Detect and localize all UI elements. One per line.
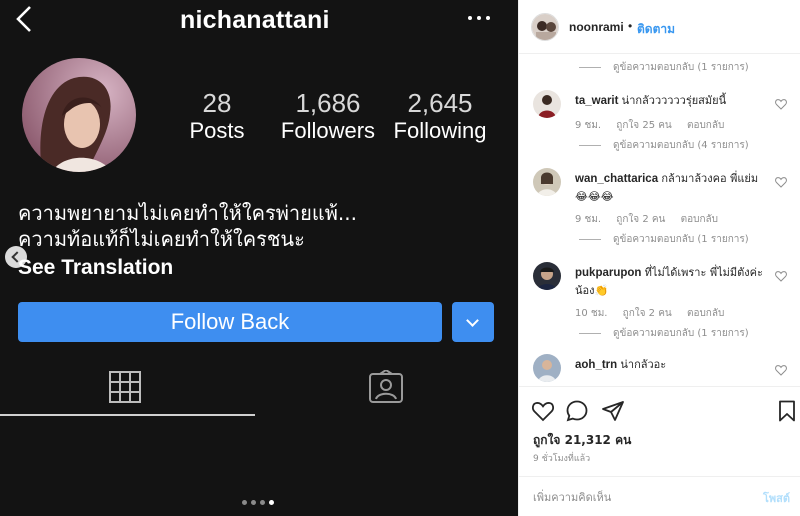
owner-username[interactable]: noonrami bbox=[569, 20, 624, 34]
more-icon[interactable] bbox=[466, 8, 492, 28]
tagged-icon[interactable] bbox=[368, 370, 404, 404]
carousel-dot bbox=[251, 500, 256, 505]
post-comment-button[interactable]: โพสต์ bbox=[763, 489, 790, 507]
comment-body: น่ากลัววววววรุ่ยสมัยนี้ bbox=[621, 94, 727, 107]
profile-bio: ความพยายามไม่เคยทำให้ใครพ่ายแพ้... ความท… bbox=[18, 200, 488, 252]
stat-posts-value: 28 bbox=[202, 88, 232, 118]
carousel-prev-icon[interactable] bbox=[5, 246, 27, 268]
carousel-dot bbox=[242, 500, 247, 505]
bio-line-2: ความท้อแท้ก็ไม่เคยทำให้ใครชนะ bbox=[18, 227, 305, 251]
header-separator: • bbox=[628, 19, 633, 33]
comment-meta: 10 ชม. ถูกใจ 2 คน ตอบกลับ bbox=[575, 306, 736, 321]
active-tab-indicator bbox=[0, 414, 255, 416]
stat-following[interactable]: 2,645 Following bbox=[388, 88, 492, 144]
commenter-avatar-photo bbox=[533, 90, 561, 118]
bio-line-1: ความพยายามไม่เคยทำให้ใครพ่ายแพ้... bbox=[18, 201, 357, 225]
view-replies-link[interactable]: ดูข้อความตอบกลับ (1 รายการ) bbox=[579, 60, 749, 75]
owner-avatar-photo bbox=[532, 14, 558, 40]
carousel-dot-active bbox=[269, 500, 274, 505]
comment-meta: 9 ชม. ถูกใจ 25 คน ตอบกลับ bbox=[575, 118, 736, 133]
chevron-left-icon[interactable] bbox=[12, 4, 38, 34]
comment-input[interactable] bbox=[533, 487, 733, 507]
commenter-avatar-photo bbox=[533, 354, 561, 382]
stat-following-label: Following bbox=[393, 118, 487, 143]
view-replies-link[interactable]: ดูข้อความตอบกลับ (4 รายการ) bbox=[579, 138, 749, 153]
post-timestamp[interactable]: 9 ชั่วโมงที่แล้ว bbox=[533, 451, 590, 465]
comment-body: น่ากลัวอะ bbox=[620, 358, 667, 371]
follow-back-button[interactable]: Follow Back bbox=[18, 302, 442, 342]
heart-icon[interactable] bbox=[775, 364, 787, 376]
comment-likes[interactable]: ถูกใจ 25 คน bbox=[616, 120, 671, 131]
suggestions-dropdown-button[interactable] bbox=[452, 302, 494, 342]
stat-followers-value: 1,686 bbox=[295, 88, 361, 118]
view-replies-link[interactable]: ดูข้อความตอบกลับ (1 รายการ) bbox=[579, 326, 749, 341]
comment-likes[interactable]: ถูกใจ 2 คน bbox=[616, 214, 665, 225]
comment-username[interactable]: aoh_trn bbox=[575, 359, 617, 371]
owner-avatar[interactable] bbox=[531, 13, 559, 41]
reply-button[interactable]: ตอบกลับ bbox=[681, 214, 718, 225]
reply-button[interactable]: ตอบกลับ bbox=[687, 308, 724, 319]
stat-followers-label: Followers bbox=[280, 118, 376, 143]
comment-username[interactable]: wan_chattarica bbox=[575, 173, 658, 185]
add-comment-bar: โพสต์ bbox=[519, 476, 800, 516]
carousel-dot bbox=[260, 500, 265, 505]
commenter-avatar[interactable] bbox=[533, 262, 561, 290]
comment-meta: 9 ชม. ถูกใจ 2 คน ตอบกลับ bbox=[575, 212, 730, 227]
view-replies-link[interactable]: ดูข้อความตอบกลับ (1 รายการ) bbox=[579, 232, 749, 247]
commenter-avatar-photo bbox=[533, 168, 561, 196]
comment-text: ta_warit น่ากลัววววววรุ่ยสมัยนี้ bbox=[575, 92, 765, 110]
profile-avatar[interactable] bbox=[22, 58, 136, 172]
commenter-avatar[interactable] bbox=[533, 168, 561, 196]
commenter-avatar-photo bbox=[533, 262, 561, 290]
comment-username[interactable]: pukparupon bbox=[575, 267, 641, 279]
comment-time: 9 ชม. bbox=[575, 120, 602, 131]
comment-text: aoh_trn น่ากลัวอะ bbox=[575, 356, 765, 374]
heart-icon[interactable] bbox=[531, 399, 555, 423]
commenter-avatar[interactable] bbox=[533, 354, 561, 382]
stat-followers[interactable]: 1,686 Followers bbox=[278, 88, 378, 144]
carousel-dots bbox=[242, 500, 282, 506]
stat-posts[interactable]: 28 Posts bbox=[186, 88, 248, 144]
comment-username[interactable]: ta_warit bbox=[575, 95, 618, 107]
see-translation-link[interactable]: See Translation bbox=[18, 256, 173, 280]
comment-text: wan_chattarica กล้ามาล้วงคอ พี่แย่ม 😂😂😂 bbox=[575, 170, 765, 206]
post-header: noonrami • ติดตาม bbox=[519, 0, 800, 54]
commenter-avatar[interactable] bbox=[533, 90, 561, 118]
stat-following-value: 2,645 bbox=[407, 88, 473, 118]
heart-icon[interactable] bbox=[775, 98, 787, 110]
reply-button[interactable]: ตอบกลับ bbox=[687, 120, 724, 131]
profile-username: nichanattani bbox=[180, 6, 330, 34]
grid-icon[interactable] bbox=[108, 370, 142, 404]
share-icon[interactable] bbox=[601, 399, 625, 423]
likes-count[interactable]: ถูกใจ 21,312 คน bbox=[533, 431, 631, 450]
comments-panel: noonrami • ติดตาม ดูข้อความตอบกลับ (1 รา… bbox=[518, 0, 800, 516]
post-actions: ถูกใจ 21,312 คน 9 ชั่วโมงที่แล้ว bbox=[519, 386, 800, 486]
post-media[interactable]: nichanattani 28 Posts 1,686 Followers 2,… bbox=[0, 0, 518, 516]
avatar-photo bbox=[22, 58, 136, 172]
comment-likes[interactable]: ถูกใจ 2 คน bbox=[623, 308, 672, 319]
stat-posts-label: Posts bbox=[189, 118, 245, 143]
heart-icon[interactable] bbox=[775, 176, 787, 188]
comment-text: pukparupon ที่ไม่ได้เพราะ พี่ไม่มีตังค่ะ… bbox=[575, 264, 765, 300]
follow-link[interactable]: ติดตาม bbox=[637, 20, 675, 39]
bookmark-icon[interactable] bbox=[775, 399, 799, 423]
comments-list[interactable]: ดูข้อความตอบกลับ (1 รายการ) ta_warit น่า… bbox=[519, 54, 800, 386]
comment-time: 9 ชม. bbox=[575, 214, 602, 225]
heart-icon[interactable] bbox=[775, 270, 787, 282]
comment-icon[interactable] bbox=[565, 399, 589, 423]
comment-time: 10 ชม. bbox=[575, 308, 608, 319]
